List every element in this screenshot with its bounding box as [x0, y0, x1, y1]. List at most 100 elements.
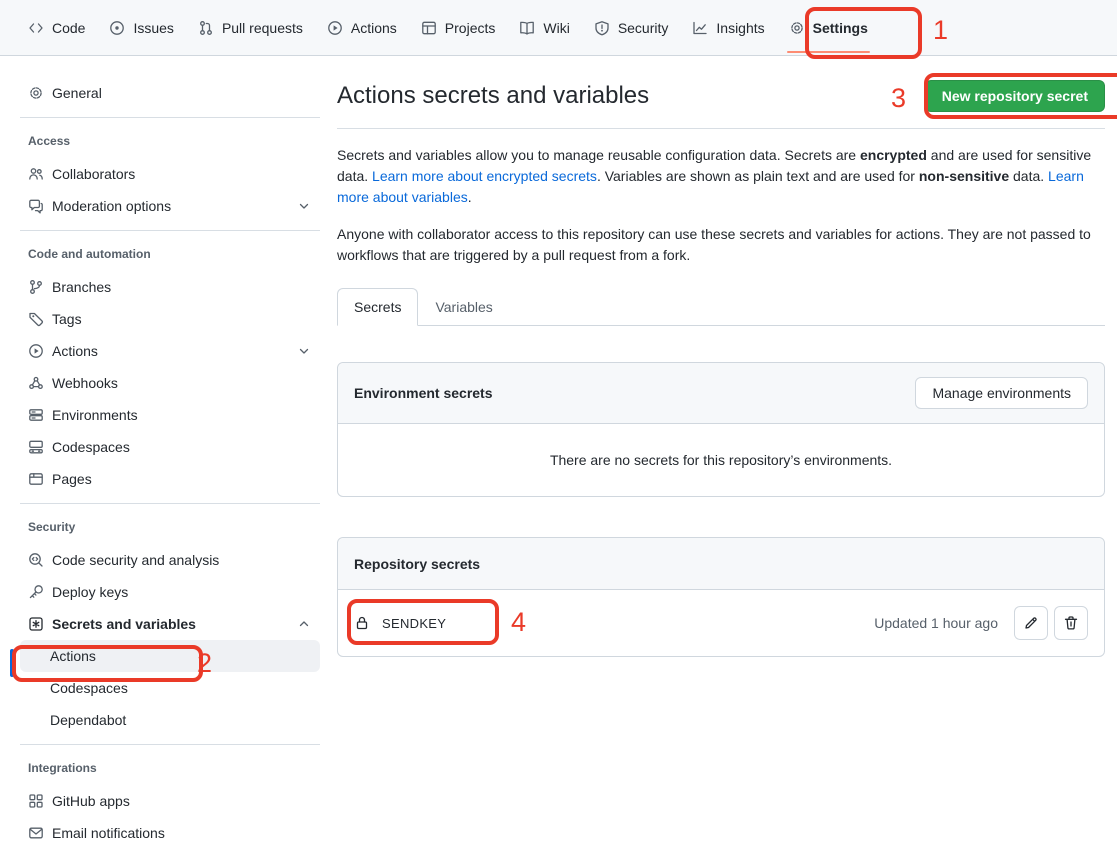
git-pull-request-icon — [198, 20, 214, 36]
tab-label: Actions — [351, 20, 397, 36]
gear-icon — [789, 20, 805, 36]
tab-settings[interactable]: Settings — [781, 12, 876, 44]
sidebar-item-branches[interactable]: Branches — [20, 271, 320, 303]
chevron-down-icon — [296, 343, 312, 359]
comment-discussion-icon — [28, 198, 44, 214]
sidebar-subitem-codespaces[interactable]: Codespaces — [20, 672, 320, 704]
sidebar-item-codespaces[interactable]: Codespaces — [20, 431, 320, 463]
sidebar-section-integrations: Integrations — [20, 753, 320, 785]
tab-label: Settings — [813, 20, 868, 36]
graph-icon — [692, 20, 708, 36]
sidebar-divider — [20, 503, 320, 504]
tab-pull-requests[interactable]: Pull requests — [190, 12, 311, 44]
tab-wiki[interactable]: Wiki — [511, 12, 577, 44]
sidebar-section-security: Security — [20, 512, 320, 544]
sidebar-item-email-notifications[interactable]: Email notifications — [20, 817, 320, 849]
server-icon — [28, 407, 44, 423]
sidebar-item-secrets-and-variables[interactable]: Secrets and variables — [20, 608, 320, 640]
sidebar-item-environments[interactable]: Environments — [20, 399, 320, 431]
sidebar-item-label: Codespaces — [50, 680, 312, 696]
key-icon — [28, 584, 44, 600]
sidebar-item-label: General — [52, 85, 312, 101]
tab-label: Insights — [716, 20, 764, 36]
play-icon — [327, 20, 343, 36]
sidebar-divider — [20, 744, 320, 745]
issue-opened-icon — [109, 20, 125, 36]
new-repository-secret-button[interactable]: New repository secret — [925, 80, 1105, 112]
active-sidebar-indicator — [10, 649, 14, 677]
secrets-variables-tabnav: Secrets Variables — [337, 288, 1105, 326]
mail-icon — [28, 825, 44, 841]
sidebar-item-label: Actions — [50, 648, 312, 664]
sidebar-item-deploy-keys[interactable]: Deploy keys — [20, 576, 320, 608]
table-row: SENDKEY Updated 1 hour ago — [338, 590, 1104, 656]
sidebar-subitem-actions[interactable]: Actions — [20, 640, 320, 672]
apps-icon — [28, 793, 44, 809]
sidebar-item-code-security[interactable]: Code security and analysis — [20, 544, 320, 576]
key-asterisk-icon — [28, 616, 44, 632]
tab-label: Code — [52, 20, 85, 36]
tab-issues[interactable]: Issues — [101, 12, 181, 44]
tag-icon — [28, 311, 44, 327]
sidebar-divider — [20, 117, 320, 118]
codespaces-icon — [28, 439, 44, 455]
sidebar-section-code-and-automation: Code and automation — [20, 239, 320, 271]
tab-insights[interactable]: Insights — [684, 12, 772, 44]
tab-label: Wiki — [543, 20, 569, 36]
delete-secret-button[interactable] — [1054, 606, 1088, 640]
sidebar-item-moderation-options[interactable]: Moderation options — [20, 190, 320, 222]
edit-secret-button[interactable] — [1014, 606, 1048, 640]
sidebar-item-pages[interactable]: Pages — [20, 463, 320, 495]
sidebar-item-github-apps[interactable]: GitHub apps — [20, 785, 320, 817]
pencil-icon — [1023, 615, 1039, 631]
sidebar-divider — [20, 230, 320, 231]
environment-secrets-title: Environment secrets — [354, 385, 493, 401]
lock-icon — [354, 615, 370, 631]
people-icon — [28, 166, 44, 182]
tab-secrets[interactable]: Secrets — [337, 288, 418, 326]
tab-code[interactable]: Code — [20, 12, 93, 44]
sidebar-item-label: Dependabot — [50, 712, 312, 728]
environment-secrets-empty-text: There are no secrets for this repository… — [338, 424, 1104, 496]
gear-icon — [28, 85, 44, 101]
tab-actions[interactable]: Actions — [319, 12, 405, 44]
sidebar-item-label: Secrets and variables — [52, 616, 288, 632]
sidebar-item-label: Actions — [52, 343, 288, 359]
sidebar-item-actions[interactable]: Actions — [20, 335, 320, 367]
sidebar-item-label: Deploy keys — [52, 584, 312, 600]
tab-projects[interactable]: Projects — [413, 12, 504, 44]
manage-environments-button[interactable]: Manage environments — [915, 377, 1088, 409]
repository-secrets-title: Repository secrets — [354, 556, 480, 572]
settings-sidebar: General Access Collaborators Moderation … — [0, 56, 320, 849]
sidebar-item-label: Collaborators — [52, 166, 312, 182]
play-icon — [28, 343, 44, 359]
tab-label: Pull requests — [222, 20, 303, 36]
sidebar-item-collaborators[interactable]: Collaborators — [20, 158, 320, 190]
sidebar-item-label: Tags — [52, 311, 312, 327]
sidebar-section-access: Access — [20, 126, 320, 158]
tab-variables[interactable]: Variables — [418, 288, 509, 326]
code-icon — [28, 20, 44, 36]
tab-label: Projects — [445, 20, 496, 36]
tab-security[interactable]: Security — [586, 12, 677, 44]
code-scan-icon — [28, 552, 44, 568]
main-content: Actions secrets and variables New reposi… — [337, 56, 1105, 657]
sidebar-item-label: Email notifications — [52, 825, 312, 841]
chevron-down-icon — [296, 198, 312, 214]
sidebar-item-webhooks[interactable]: Webhooks — [20, 367, 320, 399]
sidebar-item-general[interactable]: General — [20, 77, 320, 109]
git-branch-icon — [28, 279, 44, 295]
sidebar-item-tags[interactable]: Tags — [20, 303, 320, 335]
book-icon — [519, 20, 535, 36]
sidebar-subitem-dependabot[interactable]: Dependabot — [20, 704, 320, 736]
table-icon — [421, 20, 437, 36]
sidebar-item-label: Branches — [52, 279, 312, 295]
learn-more-link[interactable]: Learn more about encrypted secrets — [372, 168, 597, 184]
sidebar-item-label: Environments — [52, 407, 312, 423]
tab-label: Security — [618, 20, 669, 36]
sidebar-item-label: GitHub apps — [52, 793, 312, 809]
sidebar-item-label: Code security and analysis — [52, 552, 312, 568]
trash-icon — [1063, 615, 1079, 631]
webhook-icon — [28, 375, 44, 391]
description-paragraph: Secrets and variables allow you to manag… — [337, 145, 1105, 208]
